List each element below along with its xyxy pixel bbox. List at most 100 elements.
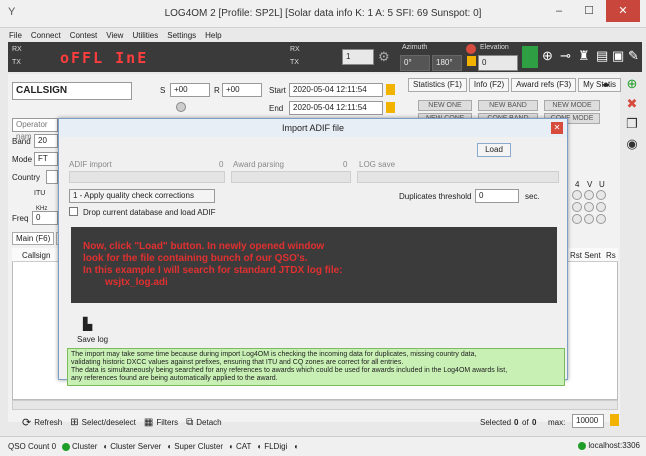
maximize-button[interactable]: ☐ (576, 0, 602, 22)
end-lock-icon[interactable] (386, 102, 395, 113)
dialog-close-icon[interactable]: ✕ (551, 122, 563, 134)
status-bar: QSO Count 0 Cluster ◐ Cluster Server ◐ S… (0, 436, 646, 456)
minimize-button[interactable]: – (546, 0, 572, 22)
tab-my-statistics[interactable]: My Statis (578, 78, 622, 92)
drop-db-label: Drop current database and load ADIF (83, 208, 216, 217)
cluster-status[interactable]: Cluster (72, 442, 97, 451)
refresh-icon[interactable]: ⟳ (22, 416, 31, 429)
tab-scroll-icon[interactable]: ◂▸ (602, 80, 610, 89)
total-count: 0 (532, 418, 537, 427)
new-band-badge: NEW BAND (478, 100, 538, 111)
rx-label: RX (12, 46, 22, 53)
dial-icon (596, 202, 606, 212)
antenna-icon[interactable]: ⊸ (560, 48, 571, 64)
country-field[interactable] (46, 170, 58, 184)
gear-icon[interactable]: ⚙ (378, 49, 390, 65)
filter-icon[interactable]: ▦ (144, 417, 153, 428)
award-parsing-count: 0 (343, 160, 348, 169)
refresh-button[interactable]: Refresh (34, 418, 62, 427)
pen-icon[interactable]: ✎ (628, 48, 639, 64)
horizontal-scrollbar[interactable] (12, 400, 618, 410)
operator-input[interactable]: Operator nam (12, 118, 58, 141)
menu-help[interactable]: Help (205, 31, 221, 40)
add-icon[interactable]: ⊕ (622, 74, 642, 94)
detach-button[interactable]: Detach (196, 418, 221, 427)
lock-icon[interactable] (467, 56, 476, 66)
menu-contest[interactable]: Contest (70, 31, 98, 40)
super-cluster-icon: ◐ (167, 442, 173, 451)
tab-info[interactable]: Info (F2) (468, 78, 510, 92)
rst-s-select[interactable]: +00 (170, 83, 210, 97)
super-cluster-status[interactable]: Super Cluster (174, 442, 223, 451)
rst-r-select[interactable]: +00 (222, 83, 262, 97)
adif-import-count: 0 (219, 160, 224, 169)
band-label: Band (12, 137, 31, 146)
globe-icon[interactable]: ◉ (622, 134, 642, 154)
cluster-server-status[interactable]: Cluster Server (110, 442, 161, 451)
title-bar: Y LOG4OM 2 [Profile: SP2L] [Solar data i… (0, 0, 646, 28)
fldigi-status[interactable]: FLDigi (264, 442, 287, 451)
menu-view[interactable]: View (106, 31, 123, 40)
instruction-filename: wsjtx_log.adi (105, 277, 168, 288)
rotate-button[interactable] (522, 46, 538, 68)
menu-file[interactable]: File (9, 31, 22, 40)
info-line: validating historic DXCC values against … (71, 359, 404, 366)
frequency-display: oFFL InE (60, 49, 149, 67)
azimuth-field[interactable]: 0° (400, 55, 430, 71)
s-label: S (160, 86, 166, 95)
max-lock-icon[interactable] (610, 414, 619, 426)
quality-select[interactable]: 1 - Apply quality check corrections (69, 189, 215, 203)
col-callsign[interactable]: Callsign (22, 251, 50, 260)
load-button[interactable]: Load (477, 143, 511, 157)
dial-icon (572, 202, 582, 212)
tab-main[interactable]: Main (F6) (12, 232, 55, 245)
keyer-icon[interactable]: ▣ (612, 48, 624, 64)
dial-icon (584, 214, 594, 224)
info-line: any references found are being automatic… (71, 375, 278, 382)
cat-status[interactable]: CAT (236, 442, 251, 451)
save-log-label[interactable]: Save log (77, 335, 108, 344)
log-save-progress (357, 171, 559, 183)
start-lock-icon[interactable] (386, 84, 395, 95)
close-button[interactable]: ✕ (606, 0, 640, 22)
menu-connect[interactable]: Connect (31, 31, 61, 40)
tab-statistics[interactable]: Statistics (F1) (408, 78, 467, 92)
dialog-title: Import ADIF file (59, 119, 567, 137)
start-time-field[interactable]: 2020-05-04 12:11:54 (289, 83, 383, 97)
audio-icon: ◖ (293, 442, 299, 451)
col-rst-sent[interactable]: Rst Sent (570, 251, 601, 260)
globe-icon[interactable]: ⊕ (542, 48, 553, 64)
instruction-line: In this example I will search for standa… (83, 265, 343, 276)
callsign-input[interactable]: CALLSIGN (12, 82, 132, 100)
drop-db-checkbox[interactable] (69, 207, 78, 216)
save-log-icon[interactable]: ▙ (83, 317, 92, 331)
dial-icon (572, 190, 582, 200)
select-deselect-button[interactable]: Select/deselect (82, 418, 136, 427)
duplicates-field[interactable]: 0 (475, 189, 519, 203)
tab-award-refs[interactable]: Award refs (F3) (511, 78, 577, 92)
radio-icon[interactable]: ▤ (596, 48, 608, 64)
database-status[interactable]: localhost:3306 (578, 441, 640, 450)
led-icon (176, 102, 186, 112)
band-select[interactable]: 20 (34, 134, 58, 148)
copy-icon[interactable]: ❐ (622, 114, 642, 134)
tower-icon[interactable]: ♜ (578, 48, 590, 64)
instructions-overlay: Now, click "Load" button. In newly opene… (71, 227, 557, 303)
mode-select[interactable]: FT (34, 152, 58, 166)
freq-field[interactable]: 0 (32, 211, 58, 225)
adif-import-label: ADIF import (69, 160, 112, 169)
filters-button[interactable]: Filters (156, 418, 178, 427)
select-icon[interactable]: ⊞ (70, 417, 78, 428)
elevation-field[interactable]: 0 (478, 55, 518, 71)
col-rs[interactable]: Rs (606, 251, 616, 260)
menu-utilities[interactable]: Utilities (132, 31, 158, 40)
max-field[interactable]: 10000 (572, 414, 604, 428)
rotator-stop-icon[interactable] (466, 44, 476, 54)
end-time-field[interactable]: 2020-05-04 12:11:54 (289, 101, 383, 115)
instruction-line: Now, click "Load" button. In newly opene… (83, 241, 325, 252)
detach-icon[interactable]: ⧉ (186, 417, 193, 428)
delete-icon[interactable]: ✖ (622, 94, 642, 114)
menu-settings[interactable]: Settings (167, 31, 196, 40)
azimuth-field-2[interactable]: 180° (432, 55, 462, 71)
step-spinner[interactable]: 1 (342, 49, 374, 65)
